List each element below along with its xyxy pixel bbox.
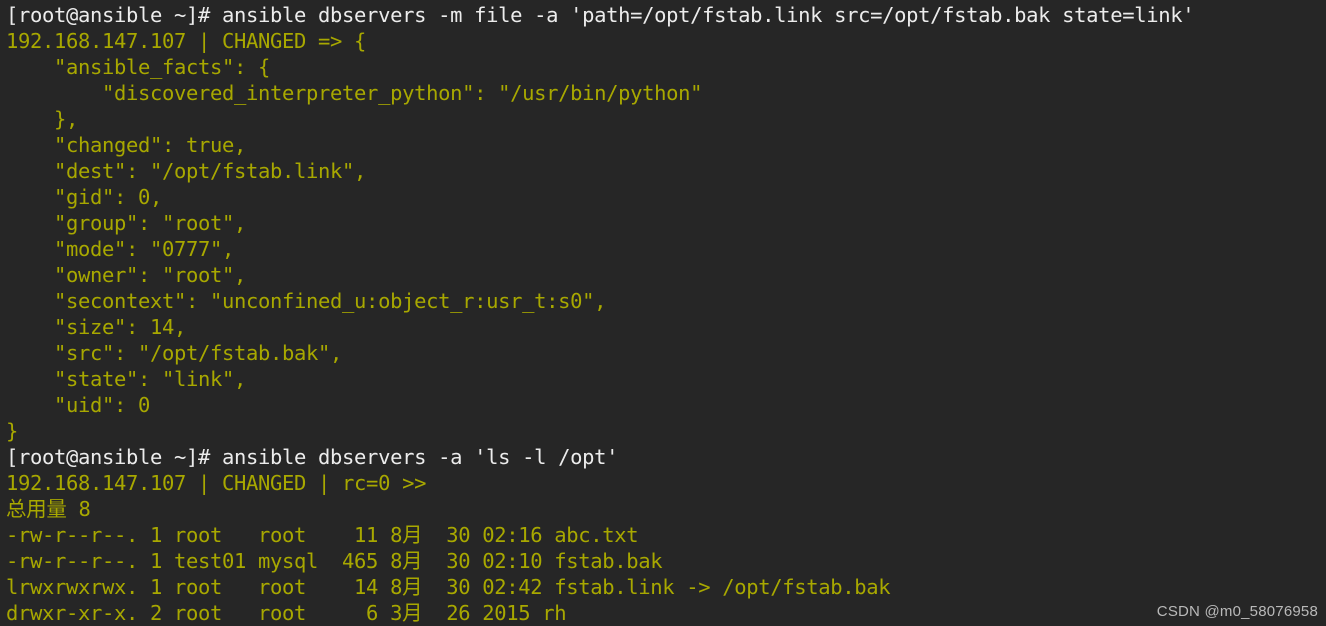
terminal-output-line: -rw-r--r--. 1 test01 mysql 465 8月 30 02:… — [6, 549, 663, 573]
terminal-output-line: "gid": 0, — [6, 185, 163, 209]
terminal-output: [root@ansible ~]# ansible dbservers -m f… — [6, 2, 1326, 626]
terminal-output-line: "src": "/opt/fstab.bak", — [6, 341, 343, 365]
terminal-output-line: "size": 14, — [6, 315, 187, 339]
terminal-output-line: }, — [6, 107, 79, 131]
terminal-output-line: } — [6, 419, 19, 443]
terminal-output-line: 192.168.147.107 | CHANGED => { — [6, 29, 367, 53]
terminal-output-line: 总用量 8 — [6, 497, 91, 521]
terminal-output-line: "group": "root", — [6, 211, 247, 235]
terminal-command-line: [root@ansible ~]# ansible dbservers -m f… — [6, 3, 1195, 27]
terminal-output-line: "ansible_facts": { — [6, 55, 271, 79]
terminal-output-line: "dest": "/opt/fstab.link", — [6, 159, 367, 183]
terminal-window[interactable]: [root@ansible ~]# ansible dbservers -m f… — [0, 0, 1326, 626]
terminal-output-line: 192.168.147.107 | CHANGED | rc=0 >> — [6, 471, 427, 495]
terminal-output-line: "state": "link", — [6, 367, 247, 391]
terminal-output-line: "owner": "root", — [6, 263, 247, 287]
terminal-output-line: "mode": "0777", — [6, 237, 235, 261]
terminal-command-line: [root@ansible ~]# ansible dbservers -a '… — [6, 445, 619, 469]
terminal-output-line: "changed": true, — [6, 133, 247, 157]
terminal-output-line: lrwxrwxrwx. 1 root root 14 8月 30 02:42 f… — [6, 575, 891, 599]
terminal-output-line: "secontext": "unconfined_u:object_r:usr_… — [6, 289, 607, 313]
terminal-output-line: "uid": 0 — [6, 393, 151, 417]
terminal-output-line: "discovered_interpreter_python": "/usr/b… — [6, 81, 703, 105]
terminal-output-line: -rw-r--r--. 1 root root 11 8月 30 02:16 a… — [6, 523, 639, 547]
csdn-watermark: CSDN @m0_58076958 — [1156, 603, 1318, 620]
terminal-output-line: drwxr-xr-x. 2 root root 6 3月 26 2015 rh — [6, 601, 567, 625]
